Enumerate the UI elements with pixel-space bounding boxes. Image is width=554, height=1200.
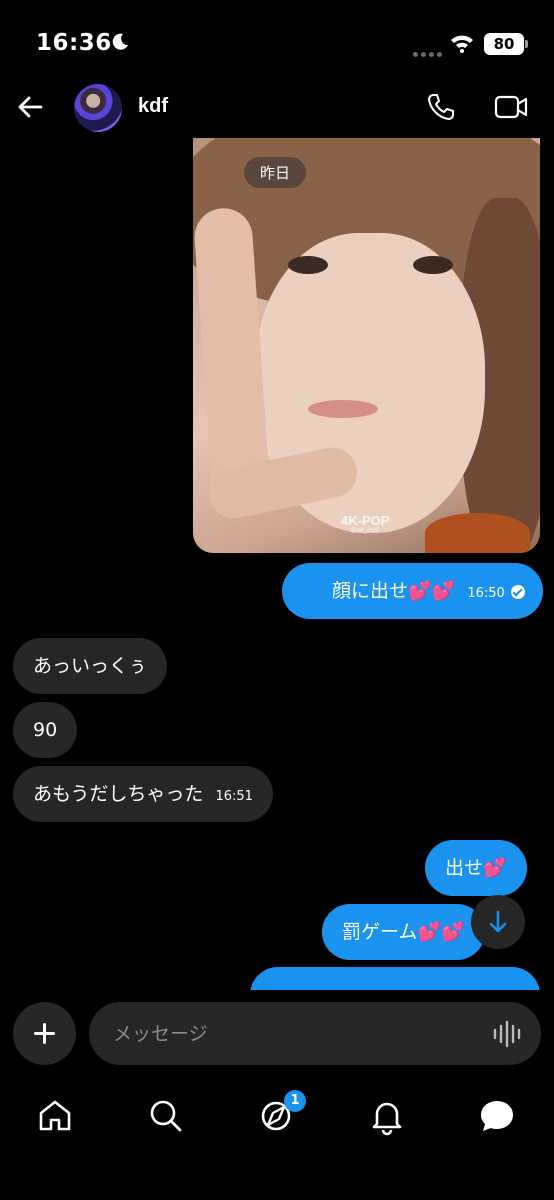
back-arrow-icon[interactable] [16, 93, 44, 121]
notification-badge: 1 [284, 1090, 306, 1112]
avatar[interactable] [74, 84, 122, 132]
message-incoming[interactable]: あもうだしちゃった 16:51 [13, 766, 273, 822]
search-icon[interactable] [146, 1096, 186, 1136]
voice-message-icon[interactable] [492, 1020, 524, 1048]
contact-name[interactable]: kdf [138, 95, 168, 118]
moon-icon [112, 33, 128, 50]
home-icon[interactable] [35, 1096, 75, 1136]
chat-header: kdf [0, 80, 554, 135]
message-outgoing[interactable]: 罰ゲーム💕💕 [322, 904, 485, 960]
scroll-to-bottom-button[interactable] [471, 895, 525, 949]
read-check-icon [510, 585, 525, 599]
message-outgoing[interactable]: 出せ💕 [425, 840, 527, 896]
message-incoming[interactable]: 90 [13, 702, 78, 758]
bell-icon[interactable] [367, 1096, 407, 1136]
status-time: 16:36 [36, 30, 112, 56]
message-incoming[interactable]: あっいっくぅ [13, 638, 168, 694]
date-separator: 昨日 [244, 157, 307, 188]
bottom-nav: 1 [0, 1082, 554, 1200]
message-outgoing[interactable]: 顔に出せ💕💕 16:50 [282, 563, 543, 619]
shared-photo[interactable]: 4K-POP @4K_POP [193, 138, 540, 553]
battery-indicator: 80 [484, 33, 528, 55]
add-attachment-button[interactable] [13, 1002, 76, 1065]
status-bar: 16:36 80 [0, 0, 554, 80]
composer [0, 990, 554, 1080]
video-call-icon[interactable] [494, 92, 528, 122]
phone-icon[interactable] [426, 92, 456, 122]
photo-watermark: 4K-POP @4K_POP [341, 513, 390, 534]
message-input[interactable] [89, 1002, 541, 1065]
arrow-down-icon [489, 910, 507, 933]
signal-icon [413, 42, 445, 61]
chat-icon[interactable] [477, 1096, 517, 1136]
wifi-icon [451, 35, 473, 53]
